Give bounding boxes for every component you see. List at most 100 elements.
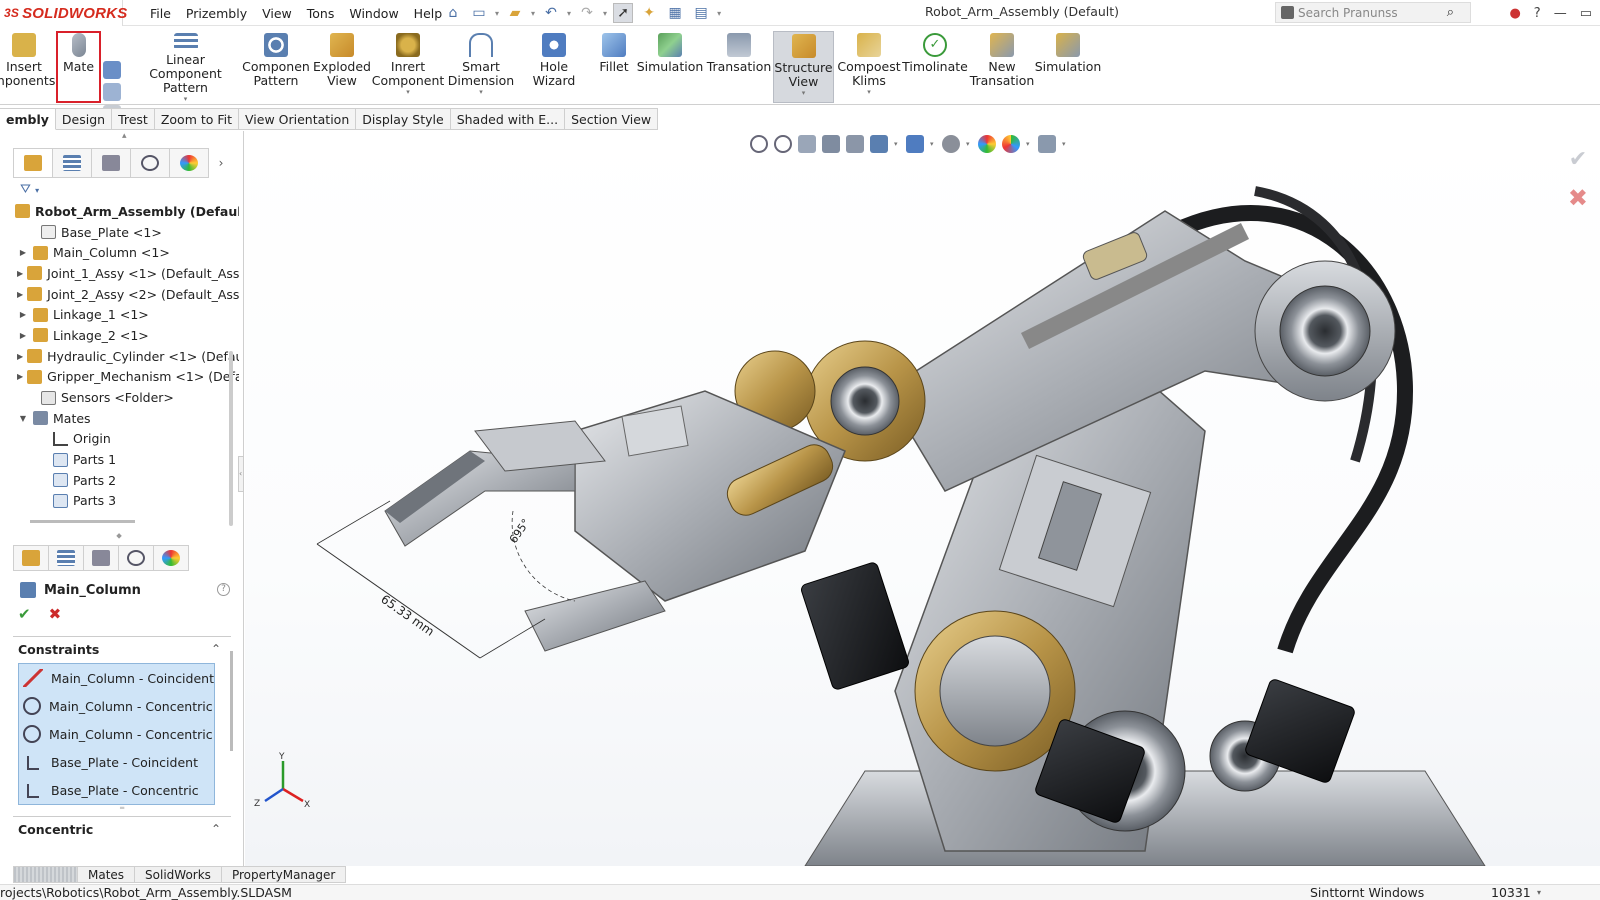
redo-icon[interactable]: ↷ <box>577 3 597 23</box>
help-icon[interactable]: ? <box>1534 6 1541 21</box>
tab-shaded-with-edges[interactable]: Shaded with E... <box>450 108 566 130</box>
tree-item-parts-2[interactable]: Parts 2 <box>13 470 239 491</box>
edit-component-icon[interactable] <box>103 61 121 79</box>
select-cursor-icon[interactable]: ➚ <box>613 3 634 23</box>
constraint-item[interactable]: Main_Column - Concentric <box>19 720 214 748</box>
hole-wizard-button[interactable]: Hole Wizard <box>518 27 590 103</box>
status-caret-icon[interactable]: ▾ <box>1537 885 1541 900</box>
graphics-viewport[interactable]: ▾ ▾ ▾ ▾ ▾ ▯ ▯ — ❐ ✔ ✖ <box>245 131 1600 866</box>
tab-property-manager-2[interactable] <box>48 545 84 571</box>
tab-property-manager[interactable] <box>52 148 92 178</box>
constraint-item[interactable]: Main_Column - Concentric <box>19 692 214 720</box>
structure-view-button[interactable]: Structure View ▾ <box>773 31 834 103</box>
tab-display-manager[interactable] <box>169 148 209 178</box>
expand-icon[interactable]: ▶ <box>17 310 29 319</box>
tab-dimxpert-manager[interactable] <box>130 148 170 178</box>
tree-item-linkage-1[interactable]: ▶ Linkage_1 <1> <box>13 304 239 325</box>
open-folder-icon[interactable]: ▰ <box>505 3 525 23</box>
tab-trest[interactable]: Trest <box>112 108 155 130</box>
panel-collapse-handle[interactable]: ‹ <box>238 456 244 492</box>
panel-expand-icon[interactable]: › <box>208 148 234 178</box>
tab-configuration-manager-2[interactable] <box>83 545 119 571</box>
pm-scrollbar[interactable] <box>230 651 233 751</box>
fillet-button[interactable]: Fillet <box>598 27 630 103</box>
search-box[interactable]: Search Pranunss ⌕ <box>1275 2 1471 23</box>
insert-components-button[interactable]: Insertmponents <box>0 27 55 103</box>
timolinate-button[interactable]: ✓ Timolinate <box>902 27 968 103</box>
tree-item-hydraulic-cylinder[interactable]: ▶ Hydraulic_Cylinder <1> (Defaul <box>13 346 239 367</box>
tab-propertymanager[interactable]: PropertyManager <box>221 866 347 883</box>
tab-section-view[interactable]: Section View <box>565 108 659 130</box>
tree-item-sensors[interactable]: Sensors <Folder> <box>13 387 239 408</box>
search-icon[interactable]: ⌕ <box>1447 5 1454 20</box>
compoest-klims-caret-icon[interactable]: ▾ <box>867 88 871 96</box>
expand-icon[interactable]: ▶ <box>17 352 23 361</box>
expand-icon[interactable]: ▶ <box>17 372 23 381</box>
tab-zoom-to-fit[interactable]: Zoom to Fit <box>154 108 240 130</box>
file-properties-icon[interactable]: ▦ <box>665 3 685 23</box>
tab-design[interactable]: Design <box>55 108 113 130</box>
user-icon[interactable]: ● <box>1509 6 1520 21</box>
tab-display-style[interactable]: Display Style <box>356 108 451 130</box>
tab-feature-manager[interactable] <box>13 148 53 178</box>
help-icon[interactable]: ? <box>217 583 230 596</box>
componen-pattern-button[interactable]: Componen Pattern <box>242 27 310 103</box>
smart-dimension-button[interactable]: Smart Dimension ▾ <box>448 27 514 103</box>
constraints-header[interactable]: Constraints ⌃ <box>13 636 231 662</box>
concentric-header[interactable]: Concentric ⌃ <box>13 816 231 842</box>
tab-mates[interactable]: Mates <box>78 866 136 883</box>
cancel-x-icon[interactable]: ✖ <box>49 605 62 623</box>
undo-icon[interactable]: ↶ <box>541 3 561 23</box>
constraint-item[interactable]: Base_Plate - Coincident <box>19 749 214 777</box>
tree-root[interactable]: Robot_Arm_Assembly (Default) <box>13 201 239 222</box>
ok-check-icon[interactable]: ✔ <box>18 605 31 623</box>
tree-scrollbar[interactable] <box>229 351 233 526</box>
menu-file[interactable]: File <box>150 6 171 21</box>
linear-component-pattern-button[interactable]: Linear Component Pattern ▾ <box>134 27 237 103</box>
menu-help[interactable]: Help <box>414 6 443 21</box>
compoest-klims-button[interactable]: Compoest Klims ▾ <box>837 27 901 103</box>
new-document-icon[interactable]: ▭ <box>469 3 489 23</box>
new-caret-icon[interactable]: ▾ <box>495 9 499 18</box>
expand-icon[interactable]: ▶ <box>17 290 23 299</box>
tab-configuration-manager[interactable] <box>91 148 131 178</box>
tab-solidworks[interactable]: SolidWorks <box>135 866 222 883</box>
smart-dimension-caret-icon[interactable]: ▾ <box>479 88 483 96</box>
tree-item-main-column[interactable]: ▶ Main_Column <1> <box>13 242 239 263</box>
constraint-item[interactable]: Base_Plate - Concentric <box>19 777 214 805</box>
panel-splitter[interactable]: ⬥ <box>0 531 238 541</box>
expand-icon[interactable]: ▶ <box>17 248 29 257</box>
rebuild-icon[interactable]: ✦ <box>639 3 659 23</box>
undo-caret-icon[interactable]: ▾ <box>567 9 571 18</box>
simulation-button[interactable]: Simulation <box>637 27 703 103</box>
options-caret-icon[interactable]: ▾ <box>717 9 721 18</box>
new-transation-button[interactable]: New Transation <box>970 27 1034 103</box>
expand-icon[interactable]: ▶ <box>17 331 29 340</box>
inrert-component-button[interactable]: Inrert Component ▾ <box>372 27 444 103</box>
home-icon[interactable]: ⌂ <box>443 3 463 23</box>
structure-view-caret-icon[interactable]: ▾ <box>802 89 806 97</box>
collapse-icon[interactable]: ▼ <box>17 414 29 423</box>
constraint-item[interactable]: Main_Column - Coincident <box>19 664 214 692</box>
menu-tons[interactable]: Tons <box>307 6 335 21</box>
simulation-2-button[interactable]: Simulation <box>1035 27 1101 103</box>
search-scope-icon[interactable] <box>1281 6 1294 19</box>
expand-icon[interactable]: ▶ <box>17 269 23 278</box>
tree-item-linkage-2[interactable]: ▶ Linkage_2 <1> <box>13 325 239 346</box>
insert-component-caret-icon[interactable]: ▾ <box>406 88 410 96</box>
tree-horizontal-scrollbar[interactable] <box>30 520 135 523</box>
chevron-up-icon[interactable]: ⌃ <box>211 642 221 656</box>
linear-pattern-caret-icon[interactable]: ▾ <box>184 95 188 103</box>
tree-item-joint-2[interactable]: ▶ Joint_2_Assy <2> (Default_Assy <box>13 284 239 305</box>
maximize-icon[interactable]: ▭ <box>1580 6 1592 21</box>
open-caret-icon[interactable]: ▾ <box>531 9 535 18</box>
tab-dimxpert-manager-2[interactable] <box>118 545 154 571</box>
tab-feature-manager-2[interactable] <box>13 545 49 571</box>
transation-button[interactable]: Transation <box>707 27 771 103</box>
options-icon[interactable]: ▤ <box>691 3 711 23</box>
menu-prizembly[interactable]: Prizembly <box>186 6 247 21</box>
tab-assembly[interactable]: embly <box>0 108 56 130</box>
tab-display-manager-2[interactable] <box>153 545 189 571</box>
redo-caret-icon[interactable]: ▾ <box>603 9 607 18</box>
exploded-view-button[interactable]: Exploded View <box>313 27 371 103</box>
